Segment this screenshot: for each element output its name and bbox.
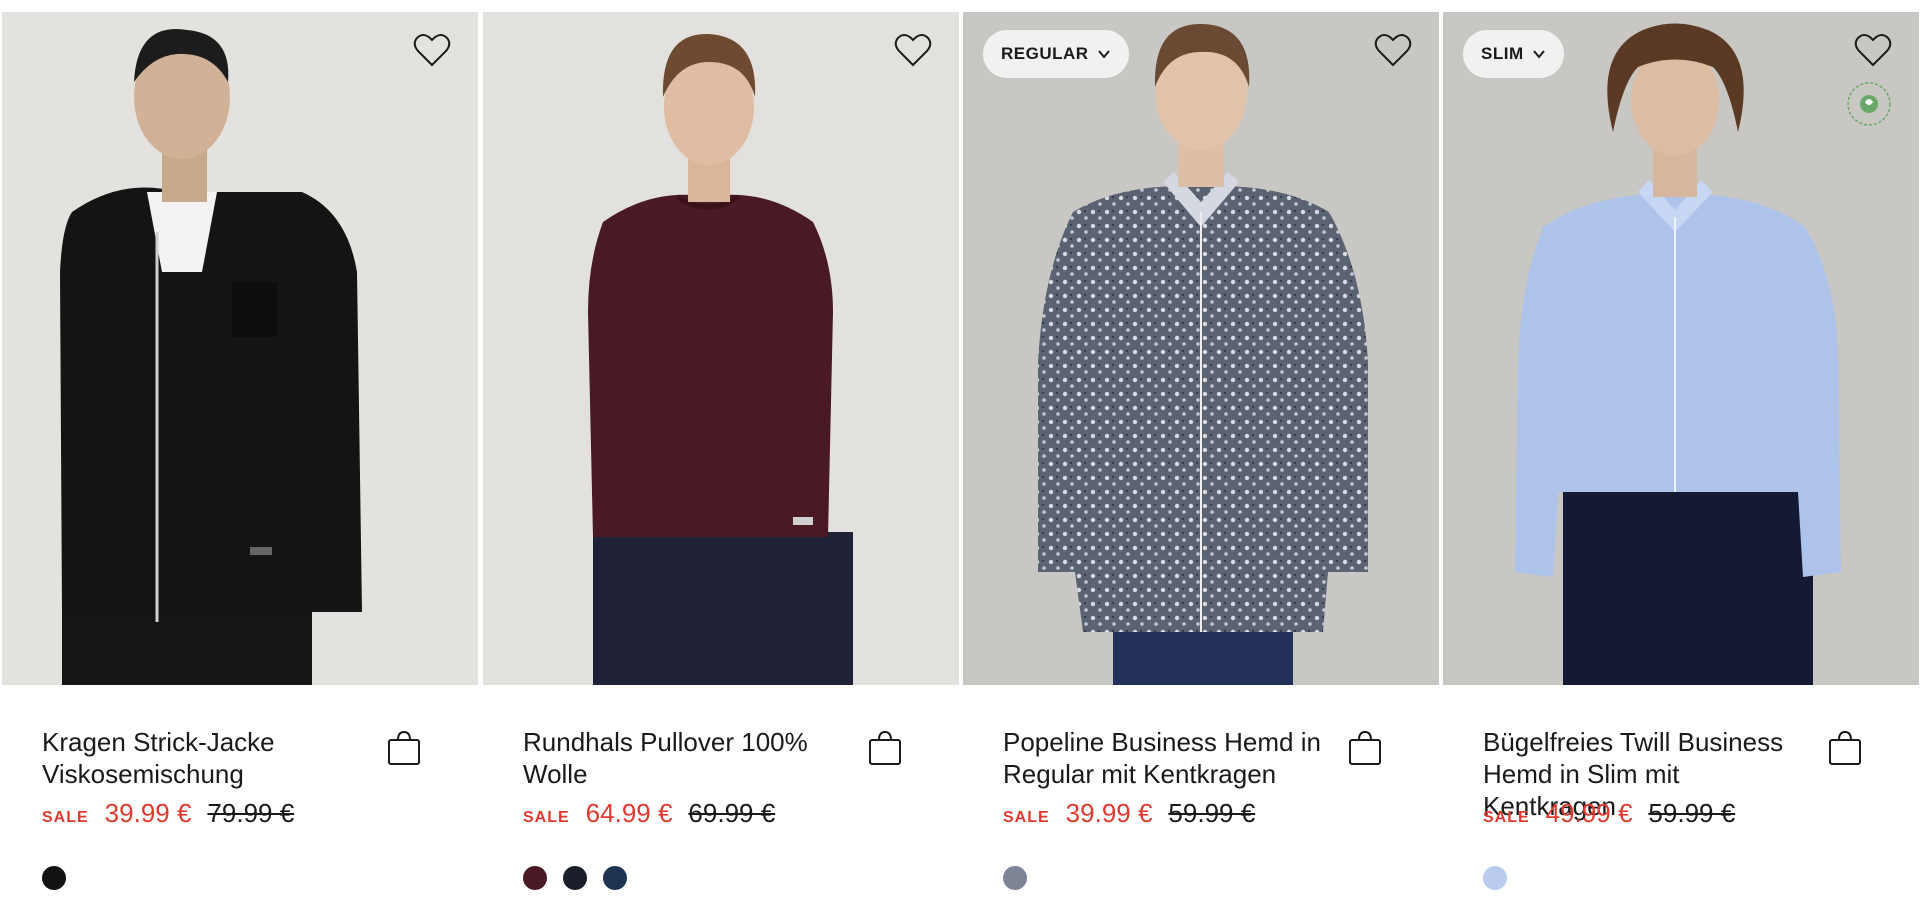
add-to-cart-bag-icon[interactable] bbox=[1827, 730, 1863, 766]
price-row: SALE 64.99 € 69.99 € bbox=[523, 798, 775, 829]
sale-price: 49.99 € bbox=[1545, 798, 1633, 828]
sale-price: 39.99 € bbox=[104, 798, 192, 828]
product-image[interactable]: SLIM bbox=[1443, 12, 1919, 685]
original-price: 59.99 € bbox=[1648, 798, 1736, 828]
product-image[interactable] bbox=[2, 12, 478, 685]
product-card[interactable]: Rundhals Pullover 100% Wolle SALE 64.99 … bbox=[483, 12, 959, 900]
fit-toggle-button[interactable]: SLIM bbox=[1463, 30, 1564, 78]
chevron-down-icon bbox=[1532, 50, 1545, 59]
price-row: SALE 39.99 € 79.99 € bbox=[42, 798, 294, 829]
wishlist-heart-icon[interactable] bbox=[1373, 30, 1413, 70]
wishlist-heart-icon[interactable] bbox=[412, 30, 452, 70]
price-row: SALE 39.99 € 59.99 € bbox=[1003, 798, 1255, 829]
sale-label: SALE bbox=[523, 809, 570, 826]
add-to-cart-bag-icon[interactable] bbox=[386, 730, 422, 766]
product-title[interactable]: Rundhals Pullover 100% Wolle bbox=[523, 726, 853, 790]
sale-price: 64.99 € bbox=[585, 798, 673, 828]
color-swatches bbox=[1003, 866, 1027, 890]
fit-label: REGULAR bbox=[1001, 44, 1089, 63]
product-card[interactable]: Kragen Strick-Jacke Viskosemischung SALE… bbox=[2, 12, 478, 900]
color-swatch[interactable] bbox=[42, 866, 66, 890]
color-swatch[interactable] bbox=[603, 866, 627, 890]
product-image[interactable] bbox=[483, 12, 959, 685]
color-swatches bbox=[523, 866, 627, 890]
wishlist-heart-icon[interactable] bbox=[1853, 30, 1893, 70]
sustainability-badge-icon bbox=[1845, 80, 1893, 128]
product-title[interactable]: Popeline Business Hemd in Regular mit Ke… bbox=[1003, 726, 1333, 790]
color-swatches bbox=[1483, 866, 1507, 890]
product-title[interactable]: Kragen Strick-Jacke Viskosemischung bbox=[42, 726, 372, 790]
original-price: 79.99 € bbox=[207, 798, 295, 828]
color-swatches bbox=[42, 866, 66, 890]
sale-label: SALE bbox=[42, 809, 89, 826]
color-swatch[interactable] bbox=[563, 866, 587, 890]
sale-price: 39.99 € bbox=[1065, 798, 1153, 828]
sale-label: SALE bbox=[1483, 809, 1530, 826]
wishlist-heart-icon[interactable] bbox=[893, 30, 933, 70]
sale-label: SALE bbox=[1003, 809, 1050, 826]
color-swatch[interactable] bbox=[1483, 866, 1507, 890]
product-card[interactable]: REGULAR Popeline Business Hemd in Regula… bbox=[963, 12, 1439, 900]
product-grid: Kragen Strick-Jacke Viskosemischung SALE… bbox=[0, 0, 1922, 900]
fit-label: SLIM bbox=[1481, 44, 1524, 63]
chevron-down-icon bbox=[1097, 50, 1110, 59]
product-card[interactable]: SLIM Bügelfreies Twill Business Hemd in … bbox=[1443, 12, 1919, 900]
add-to-cart-bag-icon[interactable] bbox=[1347, 730, 1383, 766]
original-price: 59.99 € bbox=[1168, 798, 1256, 828]
product-image[interactable]: REGULAR bbox=[963, 12, 1439, 685]
color-swatch[interactable] bbox=[523, 866, 547, 890]
original-price: 69.99 € bbox=[688, 798, 776, 828]
price-row: SALE 49.99 € 59.99 € bbox=[1483, 798, 1735, 829]
color-swatch[interactable] bbox=[1003, 866, 1027, 890]
add-to-cart-bag-icon[interactable] bbox=[867, 730, 903, 766]
fit-toggle-button[interactable]: REGULAR bbox=[983, 30, 1129, 78]
